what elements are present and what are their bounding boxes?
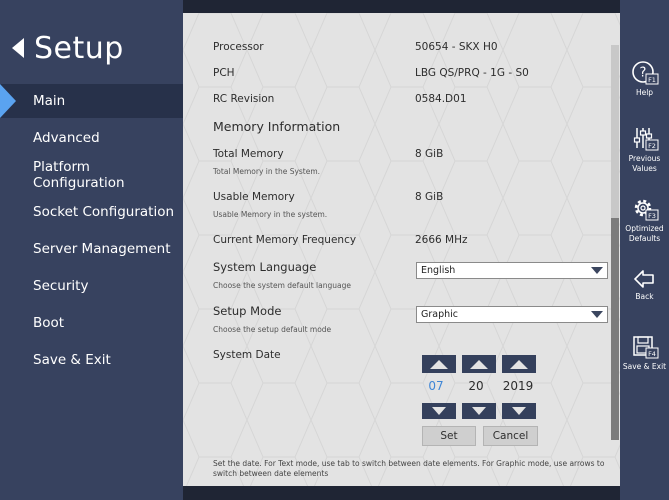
main-panel: Processor 50654 - SKX H0 PCH LBG QS/PRQ …: [183, 13, 620, 486]
system-language-selected: English: [421, 265, 456, 276]
day-down-button[interactable]: [462, 403, 496, 419]
set-button[interactable]: Set: [422, 426, 476, 446]
f1-key-label: F1: [648, 76, 656, 84]
gear-icon: F3: [634, 199, 658, 221]
setup-title: Setup: [34, 30, 124, 66]
hexagon-background: [183, 13, 620, 486]
sidebar-item-label: Advanced: [33, 130, 100, 146]
sidebar-item-save-exit[interactable]: Save & Exit: [0, 343, 183, 377]
triangle-up-icon: [430, 359, 448, 369]
back-button[interactable]: Back: [620, 268, 669, 302]
rc-revision-label: RC Revision: [213, 93, 275, 105]
setup-mode-select[interactable]: Graphic: [416, 306, 608, 323]
help-icon: ? F1: [631, 61, 658, 85]
back-label: Back: [635, 292, 654, 301]
previous-values-f2-button[interactable]: F2 Previous Values: [620, 126, 669, 174]
bottom-strip: [183, 486, 620, 500]
setup-mode-selected: Graphic: [421, 309, 459, 320]
sidebar-item-socket-configuration[interactable]: Socket Configuration: [0, 195, 183, 229]
help-f1-button[interactable]: ? F1 Help: [620, 60, 669, 98]
system-language-select[interactable]: English: [416, 262, 608, 279]
sidebar-item-boot[interactable]: Boot: [0, 306, 183, 340]
sidebar-item-label: Security: [33, 278, 89, 294]
footer-help-text: Set the date. For Text mode, use tab to …: [213, 459, 605, 478]
sidebar-item-label: Boot: [33, 315, 65, 331]
pch-label: PCH: [213, 67, 235, 79]
svg-text:?: ?: [639, 66, 646, 81]
memory-frequency-label: Current Memory Frequency: [213, 234, 357, 246]
save-icon: F4: [632, 336, 658, 359]
top-strip: [183, 0, 620, 13]
sidebar-item-main[interactable]: Main: [0, 84, 183, 118]
sidebar-item-label: Platform Configuration: [33, 159, 125, 191]
usable-memory-help: Usable Memory in the system.: [213, 210, 328, 219]
sidebar-item-security[interactable]: Security: [0, 269, 183, 303]
month-down-button[interactable]: [422, 403, 456, 419]
setup-mode-label: Setup Mode: [213, 304, 282, 318]
processor-value: 50654 - SKX H0: [415, 41, 498, 53]
sidebar-item-label: Main: [33, 93, 66, 109]
memory-frequency-value: 2666 MHz: [415, 234, 468, 246]
active-marker: [0, 84, 16, 118]
day-up-button[interactable]: [462, 355, 496, 373]
pch-value: LBG QS/PRQ - 1G - S0: [415, 67, 529, 79]
total-memory-label: Total Memory: [213, 148, 284, 160]
total-memory-value: 8 GiB: [415, 148, 444, 160]
optimized-defaults-f3-button[interactable]: F3 Optimized Defaults: [620, 196, 669, 244]
dropdown-arrow-icon: [591, 311, 603, 318]
system-language-label: System Language: [213, 260, 317, 274]
month-field[interactable]: 07: [419, 379, 453, 393]
triangle-down-icon: [432, 407, 446, 415]
triangle-down-icon: [472, 407, 486, 415]
triangle-down-icon: [512, 407, 526, 415]
previous-values-label: Previous Values: [628, 154, 661, 173]
year-field[interactable]: 2019: [501, 379, 535, 393]
year-down-button[interactable]: [502, 403, 536, 419]
day-field[interactable]: 20: [459, 379, 493, 393]
sliders-icon: F2: [633, 128, 658, 151]
f3-key-label: F3: [648, 212, 656, 220]
rc-revision-value: 0584.D01: [415, 93, 467, 105]
year-up-button[interactable]: [502, 355, 536, 373]
sidebar-item-label: Save & Exit: [33, 352, 111, 368]
sidebar: Setup Main Advanced Platform Configurati…: [0, 0, 183, 500]
f2-key-label: F2: [648, 142, 656, 150]
sidebar-item-platform-configuration[interactable]: Platform Configuration: [0, 158, 183, 192]
system-date-label: System Date: [213, 349, 281, 361]
help-label: Help: [635, 88, 654, 97]
processor-label: Processor: [213, 41, 264, 53]
sidebar-item-label: Socket Configuration: [33, 204, 175, 220]
sidebar-item-advanced[interactable]: Advanced: [0, 121, 183, 155]
dropdown-arrow-icon: [591, 267, 603, 274]
optimized-defaults-label: Optimized Defaults: [625, 224, 664, 243]
chevron-left-icon[interactable]: [10, 36, 26, 60]
save-exit-f4-button[interactable]: F4 Save & Exit: [620, 334, 669, 372]
triangle-up-icon: [470, 359, 488, 369]
cancel-button[interactable]: Cancel: [483, 426, 538, 446]
f4-key-label: F4: [648, 350, 656, 358]
setup-title-row[interactable]: Setup: [10, 28, 124, 68]
triangle-up-icon: [510, 359, 528, 369]
usable-memory-label: Usable Memory: [213, 191, 295, 203]
setup-mode-help: Choose the setup default mode: [213, 325, 332, 334]
memory-information-title: Memory Information: [213, 119, 341, 134]
total-memory-help: Total Memory in the System.: [213, 167, 321, 176]
sidebar-item-server-management[interactable]: Server Management: [0, 232, 183, 266]
save-exit-label: Save & Exit: [622, 362, 667, 371]
system-language-help: Choose the system default language: [213, 281, 351, 290]
back-arrow-icon: [633, 270, 654, 288]
scrollbar-thumb[interactable]: [611, 218, 619, 440]
sidebar-item-label: Server Management: [33, 241, 171, 257]
usable-memory-value: 8 GiB: [415, 191, 444, 203]
month-up-button[interactable]: [422, 355, 456, 373]
